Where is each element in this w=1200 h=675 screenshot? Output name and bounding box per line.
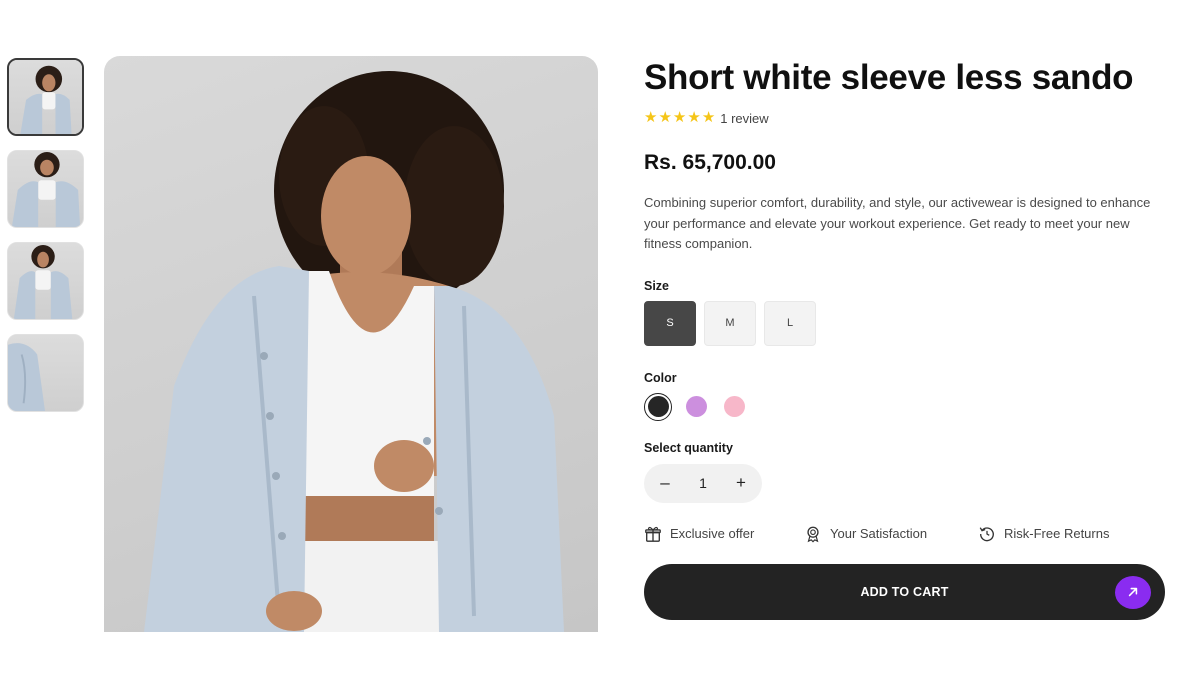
quantity-label: Select quantity xyxy=(644,440,733,455)
thumbnail-image xyxy=(13,244,73,319)
color-swatch-purple[interactable] xyxy=(682,393,710,421)
thumbnail-3[interactable] xyxy=(7,242,84,320)
gift-icon xyxy=(645,526,661,542)
star-icon: ★ xyxy=(687,109,701,126)
product-title: Short white sleeve less sando xyxy=(644,58,1134,97)
quantity-stepper: – 1 + xyxy=(644,463,762,503)
size-label: Size xyxy=(644,278,670,293)
color-swatch-pink[interactable] xyxy=(720,393,748,421)
perk-exclusive-offer: Exclusive offer xyxy=(644,525,804,543)
thumbnail-image xyxy=(8,343,46,411)
thumbnail-list xyxy=(7,58,86,426)
product-description: Combining superior comfort, durability, … xyxy=(644,195,1151,251)
star-icon: ★ xyxy=(672,109,687,126)
product-main-image[interactable] xyxy=(104,56,598,632)
return-icon xyxy=(979,526,994,541)
model-illustration xyxy=(144,71,564,632)
star-icon: ★ xyxy=(658,109,672,126)
rating-stars: ★ ★ ★ ★ ★ xyxy=(644,110,715,126)
review-count[interactable]: 1 review xyxy=(720,111,768,126)
perk-label: Your Satisfaction xyxy=(830,526,928,541)
product-page: Short white sleeve less sando ★ ★ ★ ★ ★ … xyxy=(0,0,1200,675)
swatch-fill xyxy=(647,396,669,417)
quantity-decrement-button[interactable]: – xyxy=(658,473,672,493)
color-swatch-black[interactable] xyxy=(644,392,672,421)
size-option-m[interactable]: M xyxy=(704,300,756,346)
color-label: Color xyxy=(644,370,677,385)
perk-label: Exclusive offer xyxy=(670,526,755,541)
swatch-fill xyxy=(685,396,707,417)
quantity-value[interactable]: 1 xyxy=(699,475,707,491)
perk-satisfaction: Your Satisfaction xyxy=(804,525,978,543)
perk-label: Risk-Free Returns xyxy=(1004,526,1110,541)
size-option-s[interactable]: S xyxy=(644,300,696,346)
thumbnail-image xyxy=(20,65,72,134)
perk-returns: Risk-Free Returns xyxy=(978,525,1109,543)
swatch-fill xyxy=(723,396,745,417)
thumbnail-image xyxy=(11,151,81,227)
thumbnail-4[interactable] xyxy=(7,334,84,412)
thumbnail-2[interactable] xyxy=(7,150,84,228)
product-details: Short white sleeve less sando ★ ★ ★ ★ ★ … xyxy=(644,58,1165,620)
star-icon: ★ xyxy=(701,109,716,126)
perks-row: Exclusive offer Your Satisfaction Risk-F… xyxy=(644,525,1164,543)
add-to-cart-button[interactable]: ADD TO CART xyxy=(644,563,1165,620)
color-selector xyxy=(644,392,1164,421)
award-icon xyxy=(807,526,819,542)
thumbnail-1[interactable] xyxy=(7,58,84,136)
add-to-cart-label: ADD TO CART xyxy=(860,584,949,599)
size-option-l[interactable]: L xyxy=(764,300,816,346)
size-selector: S M L xyxy=(644,300,1164,346)
product-price: Rs. 65,700.00 xyxy=(644,151,776,174)
quantity-increment-button[interactable]: + xyxy=(734,473,748,493)
arrow-up-right-icon xyxy=(1128,587,1138,597)
cart-arrow-badge[interactable] xyxy=(1115,575,1151,609)
star-icon: ★ xyxy=(644,109,658,126)
product-rating[interactable]: ★ ★ ★ ★ ★ 1 review xyxy=(644,110,1164,126)
